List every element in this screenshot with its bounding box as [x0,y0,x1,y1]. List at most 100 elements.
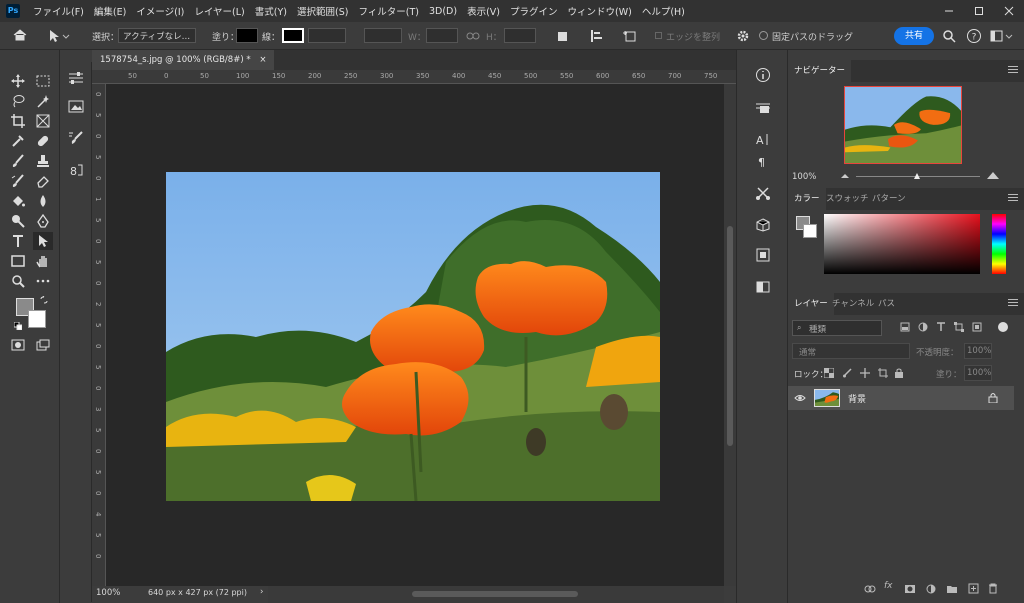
layer-name[interactable]: 背景 [848,392,866,405]
frame-tool-icon[interactable] [33,112,53,130]
brush-settings-icon[interactable] [66,128,86,148]
maximize-button[interactable] [964,0,994,22]
lock-brush-icon[interactable] [842,368,852,378]
crop-tool-icon[interactable] [8,112,28,130]
paint-bucket-icon[interactable] [8,192,28,210]
gear-icon[interactable] [736,29,750,43]
dodge-tool-icon[interactable] [8,212,28,230]
link-icon[interactable] [466,31,480,41]
filter-type-icon[interactable] [936,322,946,332]
path-select-tool-icon[interactable] [48,29,70,43]
menu-edit[interactable]: 編集(E) [89,4,131,18]
lock-all-icon[interactable] [894,368,904,378]
filter-adjustment-icon[interactable] [918,322,928,332]
filter-pixel-icon[interactable] [900,322,910,332]
delete-layer-icon[interactable] [988,583,998,594]
move-tool-icon[interactable] [8,72,28,90]
zoom-out-icon[interactable] [840,172,850,180]
stroke-width-field[interactable] [308,28,346,43]
clone-stamp-icon[interactable] [33,152,53,170]
menu-help[interactable]: ヘルプ(H) [637,4,690,18]
workspace-icon[interactable] [990,29,1014,43]
menu-layer[interactable]: レイヤー(L) [189,4,249,18]
navigator-preview[interactable] [844,86,962,164]
eraser-icon[interactable] [33,172,53,190]
path-selection-tool-icon[interactable] [33,232,53,250]
search-icon[interactable] [942,29,956,43]
pen-tool-icon[interactable] [33,212,53,230]
height-field[interactable] [504,28,536,43]
tab-navigator[interactable]: ナビゲーター [788,60,852,82]
tab-patterns[interactable]: パターン [866,188,912,210]
help-icon[interactable]: ? [966,28,982,44]
new-layer-icon[interactable] [968,583,979,594]
lasso-tool-icon[interactable] [8,92,28,110]
hand-tool-icon[interactable] [33,252,53,270]
healing-brush-icon[interactable] [33,132,53,150]
stroke-type-dropdown[interactable] [364,28,402,43]
default-colors-icon[interactable] [14,322,22,330]
width-field[interactable] [426,28,458,43]
timeline-icon[interactable] [751,244,775,266]
libraries-icon[interactable] [66,96,86,116]
rectangle-tool-icon[interactable] [8,252,28,270]
color-menu-icon[interactable] [1008,194,1018,203]
magic-wand-icon[interactable] [33,92,53,110]
navigator-menu-icon[interactable] [1008,66,1018,75]
menu-select[interactable]: 選択範囲(S) [292,4,353,18]
vertical-scrollbar[interactable] [724,84,736,586]
canvas-area[interactable] [106,84,724,586]
zoom-level[interactable]: 100% [96,588,120,598]
stroke-swatch[interactable] [282,28,304,43]
menu-plugins[interactable]: プラグイン [505,4,563,18]
fixed-path-checkbox[interactable] [759,31,768,40]
menu-window[interactable]: ウィンドウ(W) [563,4,637,18]
layer-row[interactable]: 背景 [788,386,1014,410]
history-brush-icon[interactable] [8,172,28,190]
blend-mode-dropdown[interactable]: 通常 [792,343,910,359]
info-icon[interactable] [751,64,775,86]
layer-style-icon[interactable]: fx [884,581,893,591]
path-operations-icon[interactable] [556,29,570,43]
new-adjustment-icon[interactable] [926,584,936,594]
menu-view[interactable]: 表示(V) [462,4,505,18]
tool-presets-icon[interactable] [751,182,775,204]
document-image[interactable] [166,172,660,501]
minimize-button[interactable] [934,0,964,22]
link-layers-icon[interactable] [864,584,876,594]
close-tab-icon[interactable]: × [259,55,266,65]
hue-slider[interactable] [992,214,1006,274]
home-icon[interactable] [12,28,28,42]
path-alignment-icon[interactable] [590,29,604,43]
eye-icon[interactable] [794,393,806,403]
menu-file[interactable]: ファイル(F) [28,4,89,18]
fill-field[interactable]: 100% [964,365,992,381]
menu-type[interactable]: 書式(Y) [250,4,292,18]
type-tool-icon[interactable] [8,232,28,250]
blur-tool-icon[interactable] [33,192,53,210]
paragraph-icon[interactable]: ¶ [751,150,775,172]
zoom-in-icon[interactable] [986,170,1000,180]
marquee-tool-icon[interactable] [33,72,53,90]
screen-mode-icon[interactable] [33,336,53,354]
color-field[interactable] [824,214,980,274]
opacity-field[interactable]: 100% [964,343,992,359]
navigator-zoom[interactable]: 100% [792,172,816,182]
lock-artboard-icon[interactable] [878,368,888,378]
status-arrow-icon[interactable]: › [260,587,263,597]
filter-toggle[interactable] [998,322,1008,332]
select-dropdown[interactable]: アクティブなレ… [118,28,196,43]
menu-3d[interactable]: 3D(D) [424,6,462,17]
navigator-zoom-thumb[interactable] [913,172,921,180]
zoom-tool-icon[interactable] [8,272,28,290]
document-tab[interactable]: 1578754_s.jpg @ 100% (RGB/8#) * × [92,50,275,70]
horizontal-scrollbar[interactable] [268,586,724,603]
more-tools-icon[interactable] [33,272,53,290]
color-background-swatch[interactable] [803,224,817,238]
layers-menu-icon[interactable] [1008,299,1018,308]
clone-source-icon[interactable]: 8 [66,160,86,180]
menu-filter[interactable]: フィルター(T) [353,4,424,18]
properties-icon[interactable] [66,68,86,88]
eyedropper-icon[interactable] [8,132,28,150]
new-group-icon[interactable] [946,584,958,594]
